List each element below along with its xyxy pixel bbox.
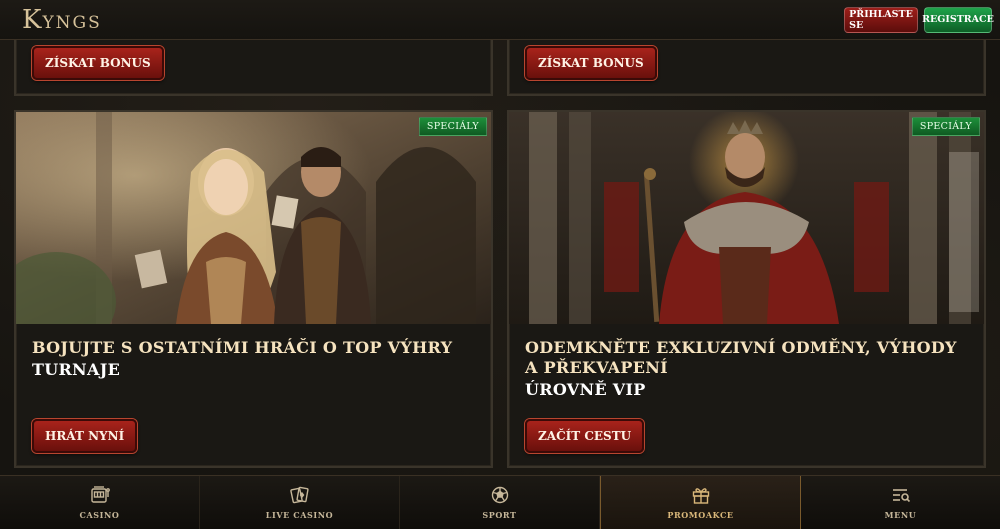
promo-title: BOJUJTE S OSTATNÍMI HRÁČI O TOP VÝHRY TU… [32,338,475,382]
promo-subtitle: TURNAJE [32,360,121,379]
get-bonus-button[interactable]: ZÍSKAT BONUS [525,46,657,80]
slot-machine-icon [90,485,110,504]
specials-badge: SPECIÁLY [418,117,487,136]
nav-label: SPORT [482,509,517,520]
gift-icon [691,486,711,504]
top-header: K YNGS PŘIHLASTE SE REGISTRACE [0,0,1000,40]
nav-label: PROMOAKCE [667,509,734,520]
promo-image-vip: SPECIÁLY [509,112,984,324]
header-actions: PŘIHLASTE SE REGISTRACE [844,6,994,33]
get-bonus-button[interactable]: ZÍSKAT BONUS [32,46,164,80]
nav-item-promotions[interactable]: PROMOAKCE [600,476,801,529]
kyngs-logo[interactable]: K YNGS [22,5,102,35]
nav-item-menu[interactable]: MENU [801,476,1000,529]
promo-card-vip: SPECIÁLY ODEMKNĚTE EXKLUZIVNÍ ODMĚNY, VÝ… [507,110,986,468]
promo-subtitle: ÚROVNĚ VIP [525,380,646,399]
nav-label: MENU [884,509,917,520]
register-button[interactable]: REGISTRACE [922,6,994,33]
login-button[interactable]: PŘIHLASTE SE [844,6,918,33]
bonus-card-left: ZÍSKAT BONUS [14,34,493,96]
nav-label: LIVE CASINO [265,509,334,520]
cards-icon [289,486,310,504]
nav-label: CASINO [79,509,120,520]
soccer-ball-icon [490,486,510,504]
start-journey-button[interactable]: ZAČÍT CESTU [525,419,645,453]
bonus-card-right: ZÍSKAT BONUS [507,34,986,96]
promo-title: ODEMKNĚTE EXKLUZIVNÍ ODMĚNY, VÝHODY A PŘ… [525,338,968,402]
bottom-navigation: CASINO LIVE CASINO SPORT PROMOAKCE MENU [0,475,1000,529]
promo-card-tournaments: SPECIÁLY BOJUJTE S OSTATNÍMI HRÁČI O TOP… [14,110,493,468]
promo-image-tournaments: SPECIÁLY [16,112,491,324]
nav-item-live-casino[interactable]: LIVE CASINO [200,476,400,529]
nav-item-sport[interactable]: SPORT [400,476,600,529]
play-now-button[interactable]: HRÁT NYNÍ [32,419,138,453]
nav-item-casino[interactable]: CASINO [0,476,200,529]
menu-search-icon [891,486,911,504]
specials-badge: SPECIÁLY [911,117,980,136]
